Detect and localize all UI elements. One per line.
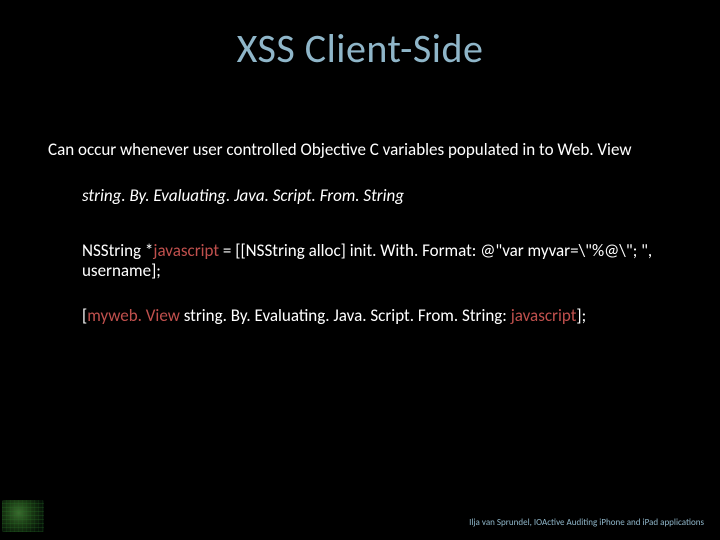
code2-arg: javascript (511, 305, 577, 326)
slide: XSS Client-Side Can occur whenever user … (0, 0, 720, 540)
attribution-text: Ilja van Sprundel, IOActive Auditing iPh… (469, 517, 704, 528)
code1-js-keyword: javascript (153, 240, 219, 261)
code2-b: string. By. Evaluating. Java. Script. Fr… (180, 305, 511, 326)
api-name: string. By. Evaluating. Java. Script. Fr… (82, 186, 672, 206)
decorative-thumbnail (2, 500, 44, 532)
intro-text: Can occur whenever user controlled Objec… (48, 140, 672, 160)
slide-title: XSS Client-Side (0, 24, 720, 73)
code2-object: myweb. View (87, 305, 180, 326)
code1-a: NSString * (82, 240, 153, 261)
code-block-1: NSString *javascript = [[NSString alloc]… (82, 241, 672, 282)
code-block-2: [myweb. View string. By. Evaluating. Jav… (82, 306, 672, 326)
slide-body: Can occur whenever user controlled Objec… (48, 140, 672, 326)
code2-c: ]; (576, 305, 586, 326)
